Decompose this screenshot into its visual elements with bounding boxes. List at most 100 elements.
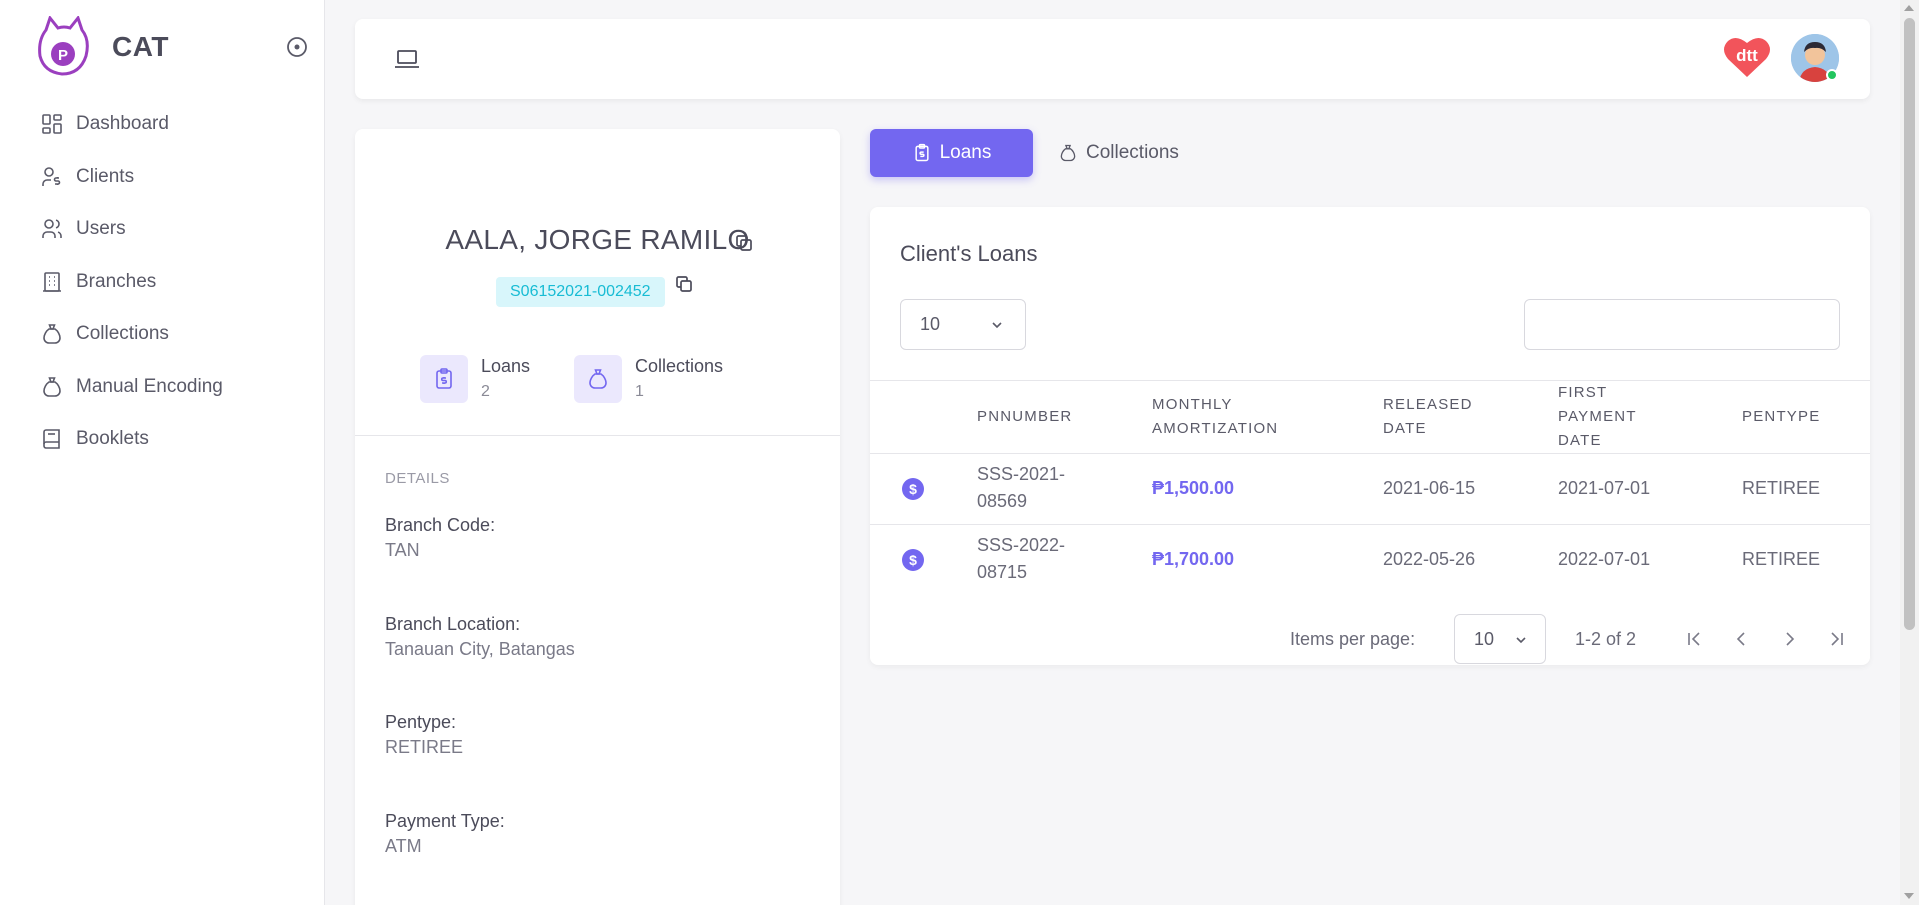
page-size-value: 10 xyxy=(920,314,941,334)
first-page-icon[interactable] xyxy=(1682,627,1706,651)
search-input[interactable] xyxy=(1524,299,1840,350)
sidebar-item-branches[interactable]: Branches xyxy=(40,256,300,309)
client-code-badge: S06152021-002452 xyxy=(496,277,665,307)
cell-pnnumber: SSS-2021-08569 xyxy=(977,464,1066,511)
tab-collections[interactable]: Collections xyxy=(1058,129,1179,177)
cell-first-payment-date: 2022-07-01 xyxy=(1558,549,1651,569)
users-icon xyxy=(42,219,62,239)
building-icon xyxy=(43,271,61,292)
clipboard-dollar-icon xyxy=(436,368,452,389)
sidebar-item-users[interactable]: Users xyxy=(40,203,300,256)
copy-code-icon[interactable] xyxy=(674,274,694,294)
detail-pentype: Pentype: RETIREE xyxy=(385,712,463,758)
loans-stat: Loans 2 xyxy=(420,355,530,403)
money-bag-icon xyxy=(1060,144,1076,162)
table-row[interactable]: $ SSS-2021-08569 ₱1,500.00 2021-06-15 20… xyxy=(870,454,1870,525)
sidebar-item-label: Manual Encoding xyxy=(76,375,223,397)
sidebar-item-booklets[interactable]: Booklets xyxy=(40,413,300,466)
cell-amortization: ₱1,700.00 xyxy=(1152,549,1235,569)
sidebar-item-label: Clients xyxy=(76,165,135,187)
divider xyxy=(355,435,840,436)
sidebar-item-dashboard[interactable]: Dashboard xyxy=(40,98,300,151)
scroll-up-arrow-icon[interactable] xyxy=(1904,5,1914,11)
pagination-range: 1-2 of 2 xyxy=(1575,629,1637,649)
collections-stat: Collections 1 xyxy=(574,355,723,403)
brand-name: CAT xyxy=(112,31,169,62)
collections-stat-value: 1 xyxy=(635,383,644,400)
brand[interactable]: P CAT xyxy=(36,16,169,78)
cell-first-payment-date: 2021-07-01 xyxy=(1558,478,1651,498)
tab-collections-label: Collections xyxy=(1086,142,1179,163)
next-page-icon[interactable] xyxy=(1777,627,1801,651)
cell-amortization: ₱1,500.00 xyxy=(1152,478,1235,498)
top-bar: dtt xyxy=(355,19,1870,99)
sidebar: P CAT Dashboard Clients Users Branches C… xyxy=(0,0,325,905)
column-header[interactable]: PNNUMBER xyxy=(977,405,1072,429)
detail-payment-type: Payment Type: ATM xyxy=(385,811,505,857)
sidebar-item-manual-encoding[interactable]: Manual Encoding xyxy=(40,361,300,414)
sidebar-item-label: Collections xyxy=(76,323,169,345)
detail-branch-location: Branch Location: Tanauan City, Batangas xyxy=(385,614,575,660)
cell-pentype: RETIREE xyxy=(1742,549,1821,569)
book-icon xyxy=(43,429,60,450)
sidebar-item-clients[interactable]: Clients xyxy=(40,151,300,204)
page-scrollbar[interactable] xyxy=(1900,0,1919,905)
detail-label: Pentype: xyxy=(385,712,457,732)
dtt-logo-icon[interactable]: dtt xyxy=(1722,35,1772,79)
svg-text:P: P xyxy=(58,47,68,64)
svg-text:$: $ xyxy=(909,481,917,497)
sidebar-item-label: Branches xyxy=(76,270,157,292)
cell-pentype: RETIREE xyxy=(1742,478,1821,498)
dtt-logo-text: dtt xyxy=(1736,46,1758,65)
column-header[interactable]: PENTYPE xyxy=(1742,405,1820,429)
sidebar-pin-icon[interactable] xyxy=(284,34,310,60)
loans-stat-label: Loans xyxy=(481,356,531,376)
money-bag-icon xyxy=(589,369,607,389)
column-header[interactable]: RELEASED DATE xyxy=(1383,393,1503,441)
money-bag-icon xyxy=(43,324,61,345)
svg-text:$: $ xyxy=(909,552,917,568)
chevron-down-icon xyxy=(1516,637,1526,644)
details-heading: DETAILS xyxy=(385,470,450,487)
detail-branch-code: Branch Code: TAN xyxy=(385,515,495,561)
scrollbar-thumb[interactable] xyxy=(1904,18,1915,630)
clipboard-dollar-icon xyxy=(915,143,929,162)
copy-name-icon[interactable] xyxy=(734,233,754,253)
detail-value: RETIREE xyxy=(385,737,464,757)
online-status-dot xyxy=(1826,69,1838,81)
detail-label: Payment Type: xyxy=(385,811,505,831)
items-per-page-label: Items per page: xyxy=(1290,629,1416,649)
sidebar-nav: Dashboard Clients Users Branches Collect… xyxy=(40,98,300,466)
client-profile-card: AALA, JORGE RAMILO S06152021-002452 Loan… xyxy=(355,129,840,905)
dashboard-icon xyxy=(42,114,62,135)
items-per-page-value: 10 xyxy=(1474,628,1495,649)
table-row[interactable]: $ SSS-2022-08715 ₱1,700.00 2022-05-26 20… xyxy=(870,525,1870,596)
laptop-icon[interactable] xyxy=(393,46,421,72)
paginator: Items per page: 10 1-2 of 2 xyxy=(870,614,1870,664)
detail-value: Tanauan City, Batangas xyxy=(385,639,575,659)
tab-loans-label: Loans xyxy=(939,142,992,163)
cell-released-date: 2021-06-15 xyxy=(1383,478,1476,498)
previous-page-icon[interactable] xyxy=(1730,627,1754,651)
sidebar-item-collections[interactable]: Collections xyxy=(40,308,300,361)
clients-icon xyxy=(42,166,61,186)
detail-label: Branch Location: xyxy=(385,614,521,634)
tab-loans[interactable]: Loans xyxy=(870,129,1033,177)
cell-pnnumber: SSS-2022-08715 xyxy=(977,535,1066,582)
last-page-icon[interactable] xyxy=(1825,627,1849,651)
page-size-select[interactable]: 10 xyxy=(900,299,1026,350)
client-name: AALA, JORGE RAMILO xyxy=(445,224,750,255)
column-header[interactable]: FIRST PAYMENT DATE xyxy=(1558,381,1668,453)
dollar-circle-icon: $ xyxy=(902,549,924,571)
collections-stat-label: Collections xyxy=(635,356,724,376)
loans-card: Client's Loans 10 PNNUMBER MONTHLY AMORT… xyxy=(870,207,1870,665)
sidebar-item-label: Users xyxy=(76,218,126,240)
scroll-down-arrow-icon[interactable] xyxy=(1904,893,1914,899)
loans-card-title: Client's Loans xyxy=(900,241,1038,266)
column-header[interactable]: MONTHLY AMORTIZATION xyxy=(1152,393,1312,441)
detail-label: Branch Code: xyxy=(385,515,496,535)
sidebar-item-label: Dashboard xyxy=(76,113,169,135)
detail-value: ATM xyxy=(385,836,422,856)
table-header: PNNUMBER MONTHLY AMORTIZATION RELEASED D… xyxy=(870,380,1870,454)
items-per-page-select[interactable]: 10 xyxy=(1454,614,1546,664)
